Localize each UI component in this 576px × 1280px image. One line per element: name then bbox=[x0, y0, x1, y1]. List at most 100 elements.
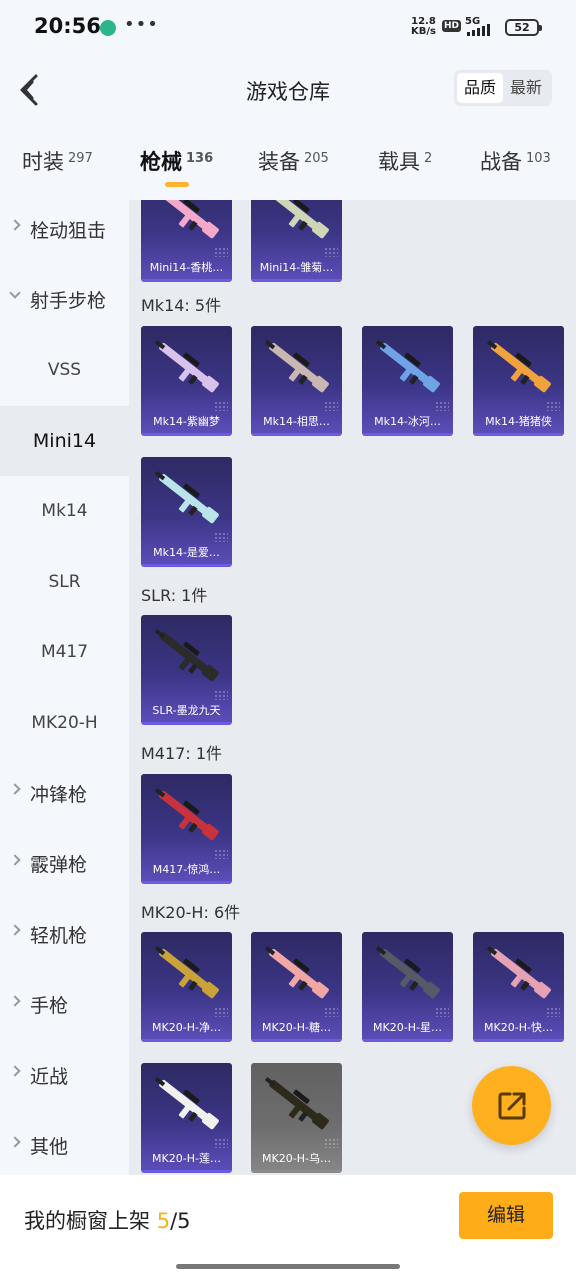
weapon-skin-card[interactable]: Mk14-猪猪侠 bbox=[473, 326, 564, 436]
sidebar-subitem[interactable]: MK20-H bbox=[0, 688, 129, 759]
tab-supplies[interactable]: 战备 103 bbox=[480, 146, 551, 176]
weapon-skin-name: MK20-H-莲… bbox=[152, 1152, 221, 1165]
group-title: Mk14: 5件 bbox=[141, 296, 222, 315]
card-pattern bbox=[214, 401, 228, 411]
tab-label: 装备 bbox=[258, 150, 300, 174]
group-title: M417: 1件 bbox=[141, 744, 223, 763]
tab-count: 103 bbox=[526, 151, 551, 166]
signal-icon bbox=[467, 24, 490, 36]
sidebar-item-label: 射手步枪 bbox=[30, 290, 107, 313]
tab-label: 时装 bbox=[22, 150, 64, 174]
weapon-skin-card[interactable]: MK20-H-糖… bbox=[251, 932, 342, 1042]
weapon-skin-card[interactable]: SLR-墨龙九天 bbox=[141, 615, 232, 725]
weapon-skin-card[interactable]: M417-惊鸿… bbox=[141, 774, 232, 884]
weapon-skin-name: Mini14-香桃… bbox=[149, 261, 224, 274]
tab-equipment[interactable]: 装备 205 bbox=[258, 146, 329, 176]
tab-count: 205 bbox=[304, 151, 329, 166]
tab-count: 136 bbox=[186, 151, 214, 166]
weapon-skin-name: Mk14-猪猪侠 bbox=[485, 415, 552, 428]
sidebar-category[interactable]: 射手步枪 bbox=[0, 265, 129, 336]
weapon-image bbox=[264, 946, 329, 999]
card-pattern bbox=[324, 1007, 338, 1017]
weapon-skin-card[interactable]: Mk14-冰河… bbox=[362, 326, 453, 436]
sidebar-item-label: 冲锋枪 bbox=[30, 783, 88, 806]
weapon-skin-card[interactable]: MK20-H-快… bbox=[473, 932, 564, 1042]
share-button[interactable] bbox=[472, 1066, 551, 1145]
card-pattern bbox=[214, 532, 228, 542]
sidebar-subitem[interactable]: Mk14 bbox=[0, 476, 129, 547]
sidebar-item-label: 其他 bbox=[30, 1136, 69, 1159]
card-pattern bbox=[214, 690, 228, 700]
weapon-skin-card[interactable]: MK20-H-星… bbox=[362, 932, 453, 1042]
hd-icon: HD bbox=[442, 20, 462, 32]
tab-fashion[interactable]: 时装 297 bbox=[22, 146, 93, 176]
speed-unit: KB/s bbox=[411, 26, 436, 37]
edit-button[interactable]: 编辑 bbox=[459, 1192, 553, 1239]
weapon-image bbox=[159, 200, 219, 239]
sidebar-category[interactable]: 其他 bbox=[0, 1111, 129, 1176]
weapon-skin-card[interactable]: Mk14-紫幽梦 bbox=[141, 326, 232, 436]
weapon-skin-name: Mk14-紫幽梦 bbox=[153, 415, 220, 428]
card-pattern bbox=[214, 1138, 228, 1148]
showcase-status: 我的橱窗上架 5/5 bbox=[24, 1205, 191, 1235]
sidebar-item-label: Mini14 bbox=[32, 429, 97, 452]
tab-count: 297 bbox=[68, 151, 93, 166]
sidebar-category[interactable]: 霰弹枪 bbox=[0, 829, 129, 900]
sidebar-subitem[interactable]: M417 bbox=[0, 617, 129, 688]
weapon-skin-name: SLR-墨龙九天 bbox=[152, 704, 221, 717]
card-pattern bbox=[324, 401, 338, 411]
chevron-right-icon bbox=[9, 853, 21, 866]
chevron-down-icon bbox=[9, 286, 21, 299]
weapon-grid: Mini14-香桃… Mini14-雏菊… Mk14: 5件 Mk14-紫幽梦 Mk14… bbox=[129, 200, 576, 1175]
category-tabs: 时装 297 枪械 136 装备 205 载具 2 战备 103 bbox=[0, 128, 576, 200]
tab-vehicles[interactable]: 载具 2 bbox=[378, 146, 432, 176]
weapon-skin-card[interactable]: Mini14-雏菊… bbox=[251, 200, 342, 282]
weapon-skin-card[interactable]: Mini14-香桃… bbox=[141, 200, 232, 282]
sort-quality-option[interactable]: 品质 bbox=[456, 73, 503, 103]
weapon-image bbox=[154, 340, 219, 393]
card-pattern bbox=[214, 849, 228, 859]
weapon-skin-name: MK20-H-净… bbox=[152, 1021, 221, 1034]
sidebar-item-label: MK20-H bbox=[31, 712, 98, 733]
sort-newest-option[interactable]: 最新 bbox=[503, 73, 549, 103]
sidebar-category[interactable]: 手枪 bbox=[0, 970, 129, 1041]
network-speed: 12.8 KB/s bbox=[411, 17, 436, 37]
sidebar-item-label: SLR bbox=[48, 571, 81, 592]
bottom-bar: 我的橱窗上架 5/5 编辑 bbox=[0, 1175, 576, 1280]
chevron-right-icon bbox=[9, 1135, 21, 1148]
app-notification-icon bbox=[100, 20, 116, 36]
weapon-skin-name: Mk14-冰河… bbox=[374, 415, 441, 428]
sidebar-category[interactable]: 冲锋枪 bbox=[0, 758, 129, 829]
sidebar-item-label: M417 bbox=[40, 642, 89, 663]
weapon-image bbox=[375, 946, 440, 999]
weapon-skin-card[interactable]: Mk14-相思… bbox=[251, 326, 342, 436]
sidebar-category[interactable]: 栓动狙击 bbox=[0, 200, 129, 265]
weapon-skin-card[interactable]: MK20-H-莲… bbox=[141, 1063, 232, 1173]
sidebar-subitem[interactable]: Mini14 bbox=[0, 405, 129, 476]
weapon-skin-card[interactable]: MK20-H-乌… bbox=[251, 1063, 342, 1173]
showcase-label: 我的橱窗上架 bbox=[24, 1209, 150, 1233]
weapon-skin-name: Mk14-相思… bbox=[263, 415, 330, 428]
sidebar-item-label: VSS bbox=[47, 360, 82, 381]
weapon-skin-name: Mk14-是爱… bbox=[153, 546, 220, 559]
weapon-skin-name: MK20-H-糖… bbox=[262, 1021, 331, 1034]
chevron-right-icon bbox=[9, 924, 21, 936]
weapon-image bbox=[269, 200, 329, 239]
sidebar-category[interactable]: 轻机枪 bbox=[0, 899, 129, 970]
sidebar-category[interactable]: 近战 bbox=[0, 1040, 129, 1111]
sidebar-subitem[interactable]: VSS bbox=[0, 335, 129, 406]
weapon-skin-card[interactable]: Mk14-是爱… bbox=[141, 457, 232, 567]
card-pattern bbox=[324, 1138, 338, 1148]
header: 游戏仓库 品质 最新 bbox=[0, 56, 576, 128]
tab-guns[interactable]: 枪械 136 bbox=[140, 146, 213, 176]
sidebar-item-label: 霰弹枪 bbox=[30, 854, 88, 877]
chevron-right-icon bbox=[9, 783, 21, 795]
battery-icon: 52 bbox=[505, 19, 542, 36]
sidebar-subitem[interactable]: SLR bbox=[0, 547, 129, 618]
active-tab-indicator bbox=[165, 182, 189, 187]
chevron-right-icon bbox=[9, 994, 21, 1007]
weapon-skin-card[interactable]: MK20-H-净… bbox=[141, 932, 232, 1042]
weapon-skin-name: MK20-H-乌… bbox=[262, 1152, 331, 1165]
weapon-skin-name: MK20-H-快… bbox=[484, 1021, 553, 1034]
chevron-right-icon bbox=[9, 219, 21, 231]
